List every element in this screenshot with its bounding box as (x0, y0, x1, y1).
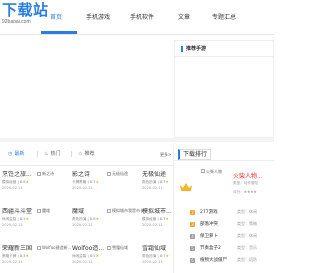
ranking-number: 2 (190, 210, 195, 215)
ranking-number: 3 (190, 222, 195, 227)
star-icon: ★ (95, 180, 99, 184)
ranking-game-name[interactable]: 保卫萝卜 (200, 233, 218, 239)
star-icon: ★ (25, 217, 29, 221)
recommend-panel: 推荐手游 (174, 40, 274, 138)
tab-hot-label: 热门 (50, 151, 61, 157)
broken-image-icon (107, 171, 111, 176)
game-card-category: 角色扮演 | 8.7 (142, 254, 166, 258)
broken-image-icon (37, 208, 41, 213)
ranking-game-type: 类型：休闲 (237, 209, 257, 214)
ranking-title: 下载排行 (178, 149, 212, 160)
game-card-category: 策略卡牌 | 8.5 (2, 254, 26, 258)
star-icon: ★ (95, 217, 99, 221)
star-icon: ★ (165, 180, 169, 184)
flame-icon: ♨ (44, 151, 49, 157)
game-card-category: 休闲益智 | 8.5 (72, 254, 96, 258)
tab-separator (71, 151, 72, 157)
ranking-number: 4 (190, 234, 195, 239)
recommend-divider (175, 56, 273, 57)
top-game-image-alt: 火柴人物 (206, 169, 222, 174)
ranking-game-type: 类型：塔防 (237, 257, 257, 262)
ranking-game-type: 类型：策略 (237, 221, 257, 226)
nav-item-articles[interactable]: 文章 (178, 12, 190, 21)
game-card-category: 角色扮演 | 8.6 (72, 217, 96, 221)
star-icon: ★ (165, 217, 169, 221)
tab-latest-label: 最新 (14, 151, 25, 157)
ranking-game-type: 类型：音乐 (237, 245, 257, 250)
broken-image-icon (201, 169, 205, 173)
game-card-image-alt: 魔域 (42, 208, 50, 213)
ranking-game-name[interactable]: 节奏盒子2 (200, 245, 221, 251)
tab-separator (37, 151, 38, 157)
clock-icon: ◷ (8, 151, 13, 157)
broken-image-icon (107, 208, 111, 213)
tab-hot[interactable]: ♨ 热门 (44, 150, 61, 157)
crown-icon (180, 183, 192, 191)
site-header: 下载站 92baoai.com 首页 手机游戏 手机软件 文章 专题汇总 (0, 0, 274, 34)
game-card-image-alt: 雪霜仙域 (112, 245, 128, 250)
ranking-number: 6 (190, 258, 195, 263)
star-icon: ★ (95, 254, 99, 258)
game-card-category: 卡牌策略 | 8.7 (72, 180, 96, 184)
game-card-image-alt: Wolfoo建造新... (42, 245, 72, 250)
top-game-title[interactable]: 火柴人物... (233, 171, 263, 180)
ranking-item[interactable]: 6 植物大战僵尸 类型：塔防 (178, 257, 274, 267)
nav-item-home[interactable]: 首页 (50, 12, 62, 21)
broken-image-icon (37, 245, 41, 250)
recommend-title: 推荐手游 (181, 46, 206, 52)
ranking-item[interactable]: 3 部落冲突 类型：策略 (178, 221, 274, 231)
download-ranking: 下载排行 火柴人物 火柴人物... 类型：动作冒险 评分：★★★★ 2 277游戏… (173, 145, 274, 273)
ranking-item[interactable]: 4 保卫萝卜 类型：休闲 (178, 233, 274, 243)
main-nav: 首页 手机游戏 手机软件 文章 专题汇总 (40, 0, 274, 34)
more-link[interactable]: 更多> (160, 152, 171, 158)
star-icon: ★ (25, 180, 29, 184)
game-card-image-alt: 无极仙途 (112, 171, 128, 176)
top-game-rating: 评分：★★★★ (233, 190, 257, 194)
broken-image-icon (37, 171, 41, 176)
top-game-type: 类型：动作冒险 (233, 181, 259, 185)
ranking-divider (174, 160, 274, 161)
ranking-game-name[interactable]: 277游戏 (200, 209, 218, 215)
game-card-category: 休闲益智 | 8.5 (2, 217, 26, 221)
star-icon: ★ (25, 254, 29, 258)
ranking-game-name[interactable]: 部落冲突 (200, 221, 218, 227)
top-game-image[interactable]: 火柴人物 (201, 169, 222, 175)
tab-latest[interactable]: ◷ 最新 (8, 150, 24, 157)
game-card-image-alt: 模拟城市我是市长 (112, 208, 144, 213)
game-card-category: 模拟经营 | 8.7 (142, 217, 166, 221)
ranking-game-type: 类型：休闲 (237, 233, 257, 238)
game-card-category: 角色扮演 | 8.7 (142, 180, 166, 184)
star-icon: ★ (165, 254, 169, 258)
tab-recommend[interactable]: ☆ 推荐 (78, 150, 95, 157)
ranking-item[interactable]: 2 277游戏 类型：休闲 (178, 209, 274, 219)
game-tabs: ◷ 最新 ♨ 热门 ☆ 推荐 更多> (0, 142, 173, 166)
banner-area (0, 35, 173, 138)
thumb-icon: ☆ (78, 151, 83, 157)
tab-recommend-label: 推荐 (84, 151, 95, 157)
ranking-number: 5 (190, 246, 195, 251)
broken-image-icon (107, 245, 111, 250)
nav-item-mobile-software[interactable]: 手机软件 (130, 12, 154, 21)
ranking-item[interactable]: 5 节奏盒子2 类型：音乐 (178, 245, 274, 255)
ranking-game-name[interactable]: 植物大战僵尸 (200, 257, 227, 263)
nav-item-topics[interactable]: 专题汇总 (212, 12, 236, 21)
game-card-category: 模拟经营 | 8.6 (2, 180, 26, 184)
game-card-image-alt: 新之诗 (42, 171, 54, 176)
nav-item-mobile-games[interactable]: 手机游戏 (86, 12, 110, 21)
